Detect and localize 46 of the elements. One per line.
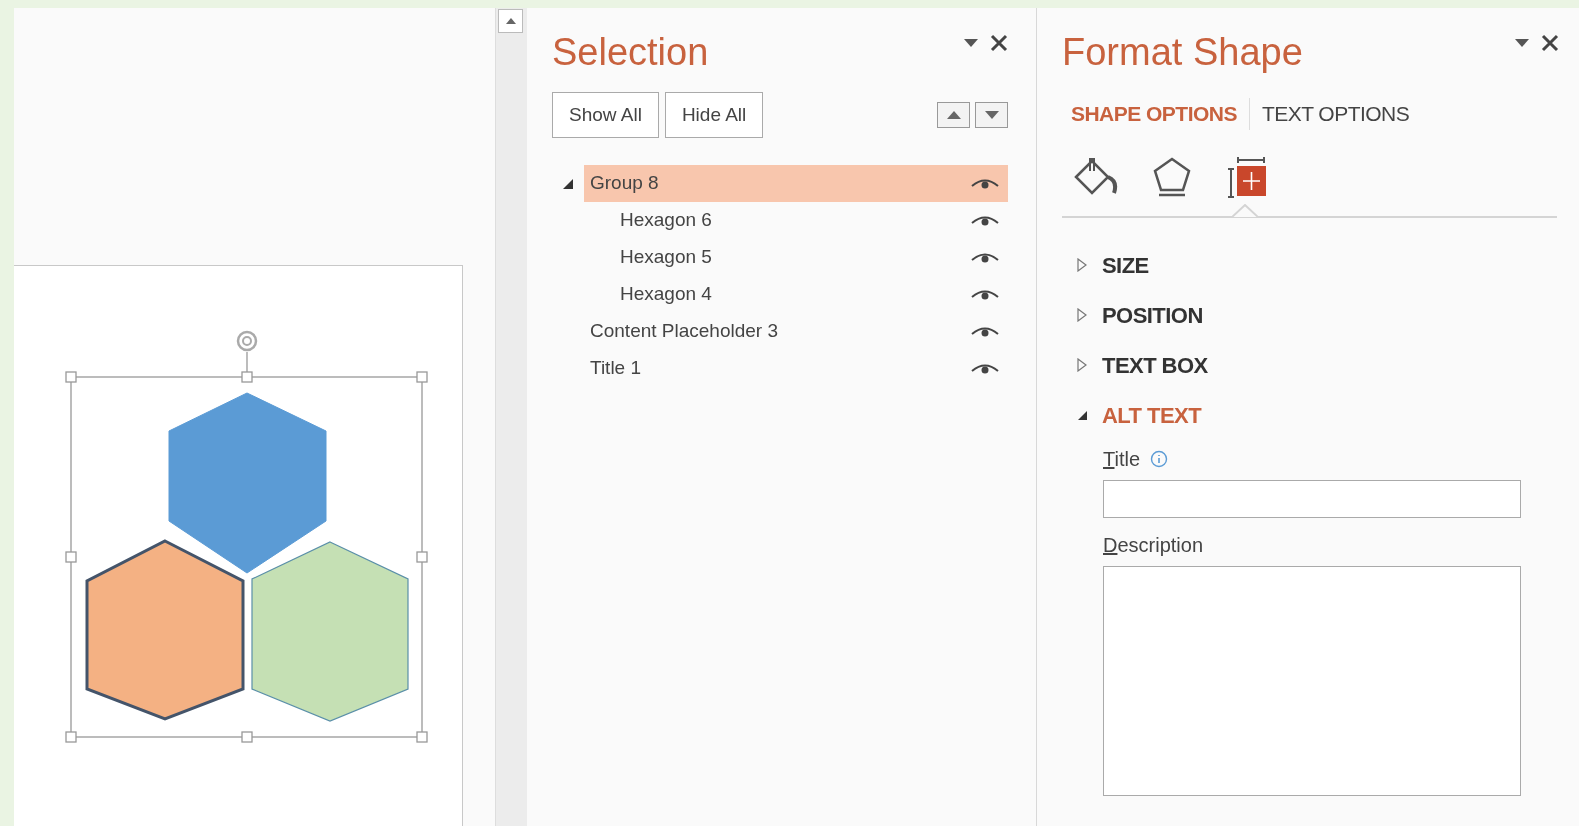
down-arrow-icon [984, 111, 999, 119]
section-label: POSITION [1102, 301, 1203, 330]
expand-triangle-icon [1076, 308, 1088, 322]
dropdown-icon[interactable] [1515, 39, 1529, 47]
move-down-button[interactable] [975, 102, 1008, 128]
pane-button[interactable]: Hide All [664, 92, 764, 138]
layer-name: Hexagon 6 [620, 208, 713, 233]
layer-name: Group 8 [590, 171, 660, 196]
section-label: SIZE [1102, 251, 1149, 280]
pane-title: Format Shape [1062, 30, 1303, 75]
section-header[interactable]: SIZE [1076, 240, 1559, 290]
layer-item[interactable]: Hexagon 4 [584, 276, 1008, 313]
pane-title: Selection [552, 30, 709, 75]
up-arrow-icon [505, 18, 516, 24]
section-label: TEXT BOX [1102, 351, 1208, 380]
layer-name: Content Placeholder 3 [590, 319, 779, 344]
layer-name: Hexagon 4 [620, 282, 713, 307]
up-arrow-icon [946, 111, 961, 119]
options-tab[interactable]: SHAPE OPTIONS [1071, 98, 1237, 130]
layer-item[interactable]: Hexagon 6 [584, 202, 1008, 239]
dropdown-icon[interactable] [964, 39, 978, 47]
expand-triangle-icon [1076, 358, 1088, 372]
scroll-up-button[interactable] [498, 9, 523, 33]
move-up-button[interactable] [937, 102, 970, 128]
title-field[interactable] [1103, 480, 1521, 518]
description-field[interactable] [1103, 566, 1521, 796]
layer-item[interactable]: Content Placeholder 3 [584, 313, 1008, 350]
field-label: Description [1103, 533, 1204, 558]
options-tab[interactable]: TEXT OPTIONS [1261, 98, 1410, 130]
layer-item[interactable]: Group 8 [584, 165, 1008, 202]
close-icon[interactable] [990, 34, 1008, 52]
pane-button[interactable]: Show All [552, 92, 659, 138]
layer-item[interactable]: Hexagon 5 [584, 239, 1008, 276]
section-header[interactable]: ALT TEXT [1076, 390, 1559, 440]
section-header[interactable]: TEXT BOX [1076, 340, 1559, 390]
section-header[interactable]: POSITION [1076, 290, 1559, 340]
collapse-triangle-icon[interactable] [563, 178, 573, 189]
layer-item[interactable]: Title 1 [584, 350, 1008, 387]
expand-triangle-icon [1076, 258, 1088, 272]
layer-name: Title 1 [590, 356, 643, 381]
section-label: ALT TEXT [1102, 401, 1202, 430]
info-icon[interactable] [1150, 450, 1169, 468]
hexagon-shape[interactable] [85, 539, 245, 721]
field-label: Title [1103, 447, 1141, 472]
close-icon[interactable] [1541, 34, 1559, 52]
layer-name: Hexagon 5 [620, 245, 713, 270]
